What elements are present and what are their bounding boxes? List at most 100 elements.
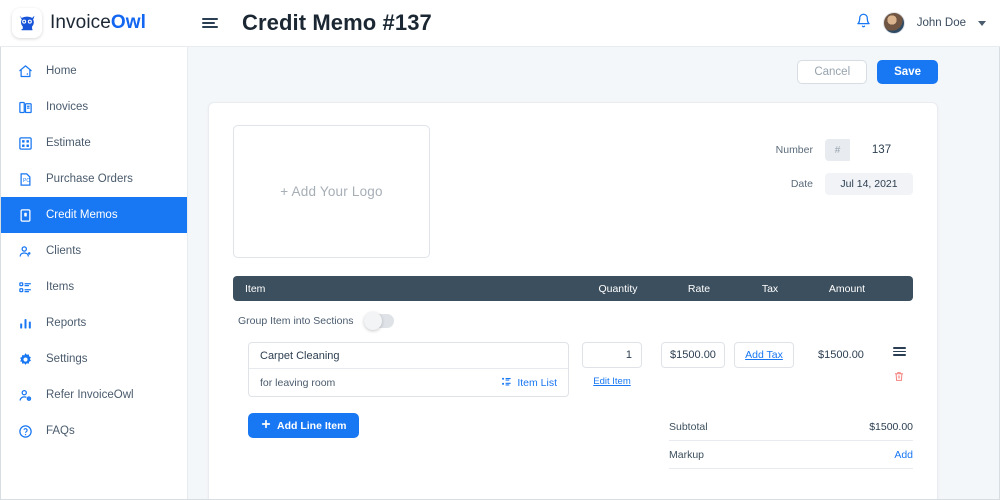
- sidebar-item-credit-memos[interactable]: Credit Memos: [0, 197, 187, 233]
- sidebar-item-items[interactable]: Items: [0, 269, 187, 305]
- add-tax-button[interactable]: Add Tax: [734, 342, 794, 368]
- top-bar-right: John Doe: [856, 12, 1000, 34]
- markup-add-link[interactable]: Add: [894, 449, 913, 461]
- purchase-order-icon: PO: [17, 171, 34, 188]
- cancel-button[interactable]: Cancel: [797, 60, 868, 84]
- home-icon: [17, 63, 34, 80]
- document-header: + Add Your Logo Number # 137 Date Jul 14…: [233, 125, 913, 258]
- gear-icon: [17, 351, 34, 368]
- sidebar-item-label: Credit Memos: [46, 209, 118, 221]
- bell-icon[interactable]: [856, 13, 871, 33]
- hamburger-line: [202, 22, 215, 24]
- sidebar-item-label: Refer InvoiceOwl: [46, 389, 134, 401]
- sidebar-item-label: Items: [46, 281, 75, 293]
- table-footer: Add Line Item Subtotal $1500.00 Markup A…: [233, 413, 913, 469]
- form-actions: Cancel Save: [188, 47, 1000, 84]
- page-title: Credit Memo #137: [242, 10, 432, 35]
- item-cell: Carpet Cleaning for leaving room Item Li…: [248, 342, 569, 397]
- svg-text:PO: PO: [23, 178, 30, 184]
- column-header-rate: Rate: [687, 282, 711, 295]
- row-menu-icon[interactable]: [892, 347, 906, 356]
- group-sections-toggle[interactable]: [363, 312, 394, 330]
- number-row: Number # 137: [765, 139, 913, 161]
- column-header-item: Item: [245, 282, 266, 295]
- amount-value: $1500.00: [818, 349, 864, 361]
- sidebar-item-home[interactable]: Home: [0, 53, 187, 89]
- estimate-grid-icon: [17, 135, 34, 152]
- body-area: Home Inovices Estimate PO Purchase Order…: [0, 47, 1000, 500]
- date-input[interactable]: Jul 14, 2021: [825, 173, 913, 195]
- chevron-down-icon[interactable]: [978, 20, 986, 26]
- sidebar-item-label: Clients: [46, 245, 82, 257]
- totals-panel: Subtotal $1500.00 Markup Add: [669, 413, 913, 469]
- item-list-label: Item List: [517, 376, 557, 389]
- trash-icon[interactable]: [893, 370, 905, 388]
- item-description-input[interactable]: for leaving room: [260, 377, 335, 389]
- sidebar-item-faqs[interactable]: FAQs: [0, 413, 187, 449]
- sidebar-item-label: FAQs: [46, 425, 75, 437]
- items-list-icon: [17, 279, 34, 296]
- number-input[interactable]: 137: [850, 139, 913, 161]
- group-sections-row: Group Item into Sections: [233, 312, 913, 330]
- column-header-tax: Tax: [761, 282, 779, 295]
- main-content: Cancel Save + Add Your Logo Number # 137: [188, 47, 1000, 500]
- sidebar-item-estimate[interactable]: Estimate: [0, 125, 187, 161]
- menu-line: [892, 350, 906, 353]
- item-list-button[interactable]: Item List: [501, 376, 557, 390]
- date-row: Date Jul 14, 2021: [765, 173, 913, 195]
- save-button[interactable]: Save: [877, 60, 938, 84]
- brand-name-part1: Invoice: [50, 12, 111, 33]
- subtotal-value: $1500.00: [869, 420, 913, 433]
- item-description-row: for leaving room Item List: [249, 369, 568, 396]
- question-circle-icon: [17, 423, 34, 440]
- quantity-input[interactable]: 1: [582, 342, 642, 368]
- list-icon: [501, 376, 512, 390]
- sidebar-item-invoices[interactable]: Inovices: [0, 89, 187, 125]
- tax-cell: Add Tax: [731, 342, 797, 368]
- quantity-cell: 1 Edit Item: [569, 342, 655, 387]
- hamburger-menu-icon[interactable]: [202, 18, 224, 28]
- table-row: Carpet Cleaning for leaving room Item Li…: [233, 342, 913, 397]
- column-header-amount: Amount: [828, 282, 866, 295]
- sidebar-item-label: Settings: [46, 353, 88, 365]
- toggle-knob: [363, 312, 382, 330]
- top-bar: InvoiceOwl Credit Memo #137 John Doe: [0, 0, 1000, 47]
- rate-cell: $1500.00: [655, 342, 731, 368]
- credit-memo-icon: [17, 207, 34, 224]
- plus-icon: [261, 419, 271, 432]
- totals-row-subtotal: Subtotal $1500.00: [669, 413, 913, 441]
- avatar[interactable]: [882, 12, 905, 34]
- hamburger-line: [202, 26, 218, 28]
- sidebar-item-purchase-orders[interactable]: PO Purchase Orders: [0, 161, 187, 197]
- sidebar-item-label: Reports: [46, 317, 87, 329]
- totals-row-markup: Markup Add: [669, 441, 913, 469]
- edit-item-link[interactable]: Edit Item: [593, 376, 631, 387]
- owl-icon: [12, 8, 42, 38]
- items-table-header: Item Quantity Rate Tax Amount: [233, 276, 913, 301]
- sidebar-item-label: Estimate: [46, 137, 91, 149]
- rate-input[interactable]: $1500.00: [661, 342, 725, 368]
- sidebar-item-label: Purchase Orders: [46, 173, 133, 185]
- sidebar-item-reports[interactable]: Reports: [0, 305, 187, 341]
- menu-line: [892, 354, 906, 356]
- reports-bar-icon: [17, 315, 34, 332]
- sidebar: Home Inovices Estimate PO Purchase Order…: [0, 47, 188, 500]
- add-tax-label: Add Tax: [745, 349, 783, 361]
- subtotal-label: Subtotal: [669, 420, 708, 433]
- add-line-item-button[interactable]: Add Line Item: [248, 413, 360, 438]
- brand-name: InvoiceOwl: [50, 12, 146, 34]
- item-name-input[interactable]: Carpet Cleaning: [249, 343, 568, 369]
- group-sections-label: Group Item into Sections: [238, 315, 354, 327]
- brand-logo[interactable]: InvoiceOwl: [0, 8, 188, 38]
- menu-line: [892, 347, 906, 349]
- markup-label: Markup: [669, 448, 705, 461]
- clients-icon: [17, 243, 34, 260]
- sidebar-item-settings[interactable]: Settings: [0, 341, 187, 377]
- refer-user-icon: [17, 387, 34, 404]
- number-field[interactable]: # 137: [825, 139, 913, 161]
- sidebar-item-refer-invoiceowl[interactable]: Refer InvoiceOwl: [0, 377, 187, 413]
- username-label: John Doe: [916, 17, 966, 29]
- sidebar-item-clients[interactable]: Clients: [0, 233, 187, 269]
- add-logo-dropzone[interactable]: + Add Your Logo: [233, 125, 430, 258]
- hamburger-line: [202, 18, 218, 20]
